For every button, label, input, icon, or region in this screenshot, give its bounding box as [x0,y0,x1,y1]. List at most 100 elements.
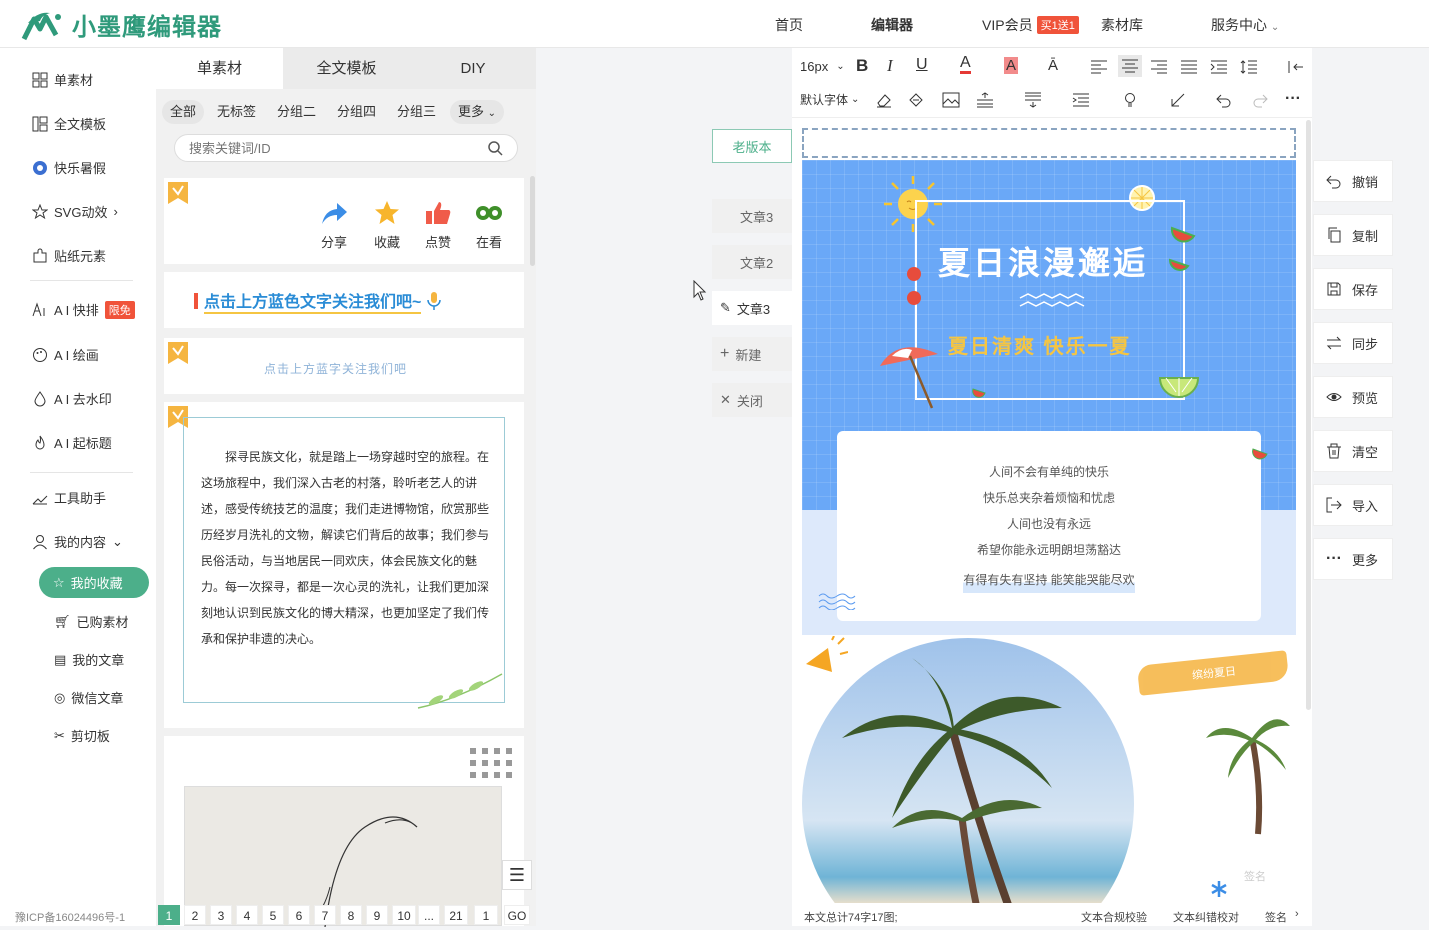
material-card-follow-sub[interactable]: 点击上方蓝字关注我们吧 [164,338,524,394]
exit-fullscreen-icon[interactable] [1286,59,1304,75]
material-card-follow[interactable]: 点击上方蓝色文字关注我们吧~ [164,272,524,328]
nav-service[interactable]: 服务中心 ⌄ [1211,15,1279,35]
sidebar-item-my-content[interactable]: 我的内容 ⌄ [32,532,123,551]
filter-more[interactable]: 更多 ⌄ [450,100,505,124]
doc-tab[interactable]: 文章2 [712,245,792,279]
font-family-select[interactable]: 默认字体 ⌄ [800,91,859,108]
import-button[interactable]: 导入 [1313,484,1393,526]
format-painter-icon[interactable] [908,92,924,108]
sidebar-item-ai-title[interactable]: A I 起标题 [32,433,112,452]
page-number[interactable]: 10 [392,905,416,925]
sidebar-item-single[interactable]: 单素材 [32,70,93,89]
doc-tab-active[interactable]: ✎ 文章3 [712,291,792,325]
compliance-check-link[interactable]: 文本合规校验 [1081,909,1147,925]
sign-watermark: 签名 [1244,871,1266,883]
sidebar-item-tools[interactable]: 工具助手 [32,488,106,507]
nav-home[interactable]: 首页 [775,15,803,35]
menu-button[interactable]: ☰ [502,860,532,890]
editor-canvas[interactable]: 夏日浪漫邂逅 夏日清爽 快乐一夏 人间不会有单纯的快乐 快乐总夹杂着烦恼和忧虑 … [792,118,1312,903]
image-icon[interactable] [942,92,960,108]
tab-diy[interactable]: DIY [410,48,536,89]
line-height-icon[interactable] [1240,59,1258,75]
align-right-icon[interactable] [1150,59,1168,75]
sidebar-item-ai-layout[interactable]: A I 快排 限免 [32,300,135,319]
save-button[interactable]: 保存 [1313,268,1393,310]
nav-vip[interactable]: VIP会员 买1送1 [982,15,1079,35]
page-number[interactable]: 4 [236,905,258,925]
undo-button[interactable]: 撤销 [1313,160,1393,202]
page-number[interactable]: 7 [314,905,336,925]
font-color-icon[interactable]: A [960,55,971,74]
copy-button[interactable]: 复制 [1313,214,1393,256]
search-icon[interactable] [487,140,503,156]
search-input[interactable] [189,135,489,161]
text-effect-icon[interactable]: Ā [1048,57,1058,74]
preview-button[interactable]: 预览 [1313,376,1393,418]
sidebar-item-sticker[interactable]: 贴纸元素 [32,246,106,265]
font-size-select[interactable]: 16px ⌄ [800,59,845,74]
sidebar-item-fulltext[interactable]: 全文模板 [32,114,106,133]
nav-editor[interactable]: 编辑器 [871,15,913,35]
icp-record[interactable]: 豫ICP备16024496号-1 [15,909,125,925]
filter-group4[interactable]: 分组四 [329,100,384,124]
justify-icon[interactable] [1180,59,1198,75]
canvas-scrollbar[interactable] [1306,120,1311,710]
close-doc-button[interactable]: ✕ 关闭 [712,383,792,417]
new-doc-button[interactable]: + 新建 [712,337,792,371]
page-jump-input[interactable]: 1 [474,905,498,925]
logo[interactable]: 小墨鹰编辑器 [20,7,222,42]
underline-icon[interactable]: U [916,56,928,74]
sign-link[interactable]: 签名 [1265,909,1287,925]
material-card-share[interactable]: 分享 收藏 点赞 在看 [164,178,524,264]
lightbulb-icon[interactable] [1122,92,1138,108]
letter-spacing-icon[interactable] [1072,92,1090,108]
clear-button[interactable]: 清空 [1313,430,1393,472]
sub-item-clipboard[interactable]: ✂ 剪切板 [54,726,110,745]
undo-icon[interactable] [1216,92,1232,108]
more-options-icon[interactable]: ··· [1285,90,1301,108]
filter-all[interactable]: 全部 [162,100,205,124]
sidebar-item-ai-draw[interactable]: A I 绘画 [32,345,99,364]
page-number[interactable]: 3 [210,905,232,925]
redo-icon[interactable] [1252,92,1268,108]
page-number[interactable]: 9 [366,905,388,925]
resize-arrow-icon[interactable] [1170,92,1186,108]
material-card-image[interactable]: ☰ [164,736,532,928]
bold-icon[interactable]: B [856,56,868,76]
sync-button[interactable]: 同步 [1313,322,1393,364]
sidebar-item-svg[interactable]: SVG动效 › [32,202,118,221]
page-number[interactable]: 5 [262,905,284,925]
filter-untagged[interactable]: 无标签 [209,100,264,124]
typo-check-link[interactable]: 文本纠错校对 [1173,909,1239,925]
panel-scrollbar[interactable] [530,176,535,266]
doc-tab[interactable]: 文章3 [712,199,792,233]
align-center-icon[interactable] [1118,55,1142,77]
more-button[interactable]: ··· 更多 [1313,538,1393,580]
tab-fulltext[interactable]: 全文模板 [283,48,410,89]
eraser-icon[interactable] [876,92,892,108]
highlight-color-icon[interactable]: A [1004,57,1019,74]
page-number[interactable]: 21 [444,905,468,925]
filter-group3[interactable]: 分组三 [389,100,444,124]
material-card-article[interactable]: 探寻民族文化，就是踏上一场穿越时空的旅程。在这场旅程中，我们深入古老的村落，聆听… [164,402,524,728]
sub-item-articles[interactable]: ▤ 我的文章 [54,650,124,669]
align-left-icon[interactable] [1090,59,1108,75]
sub-item-wechat[interactable]: ◎ 微信文章 [54,688,123,707]
page-number[interactable]: 1 [158,905,180,925]
sub-item-favorites[interactable]: ☆ 我的收藏 [39,567,149,598]
sidebar-item-ai-watermark[interactable]: A I 去水印 [32,389,112,408]
page-number[interactable]: 8 [340,905,362,925]
old-version-button[interactable]: 老版本 [712,129,792,163]
tab-single[interactable]: 单素材 [156,48,283,89]
italic-icon[interactable]: I [887,56,893,76]
sidebar-item-summer[interactable]: 快乐暑假 [32,158,106,177]
paragraph-spacing-after-icon[interactable] [1024,92,1042,108]
filter-group2[interactable]: 分组二 [269,100,324,124]
nav-library[interactable]: 素材库 [1101,15,1143,35]
sub-item-purchased[interactable]: 🛒︎ 已购素材 [54,612,129,631]
indent-icon[interactable] [1210,59,1228,75]
page-go-button[interactable]: GO [504,905,530,925]
page-number[interactable]: 6 [288,905,310,925]
paragraph-spacing-icon[interactable] [976,92,994,108]
page-number[interactable]: 2 [184,905,206,925]
